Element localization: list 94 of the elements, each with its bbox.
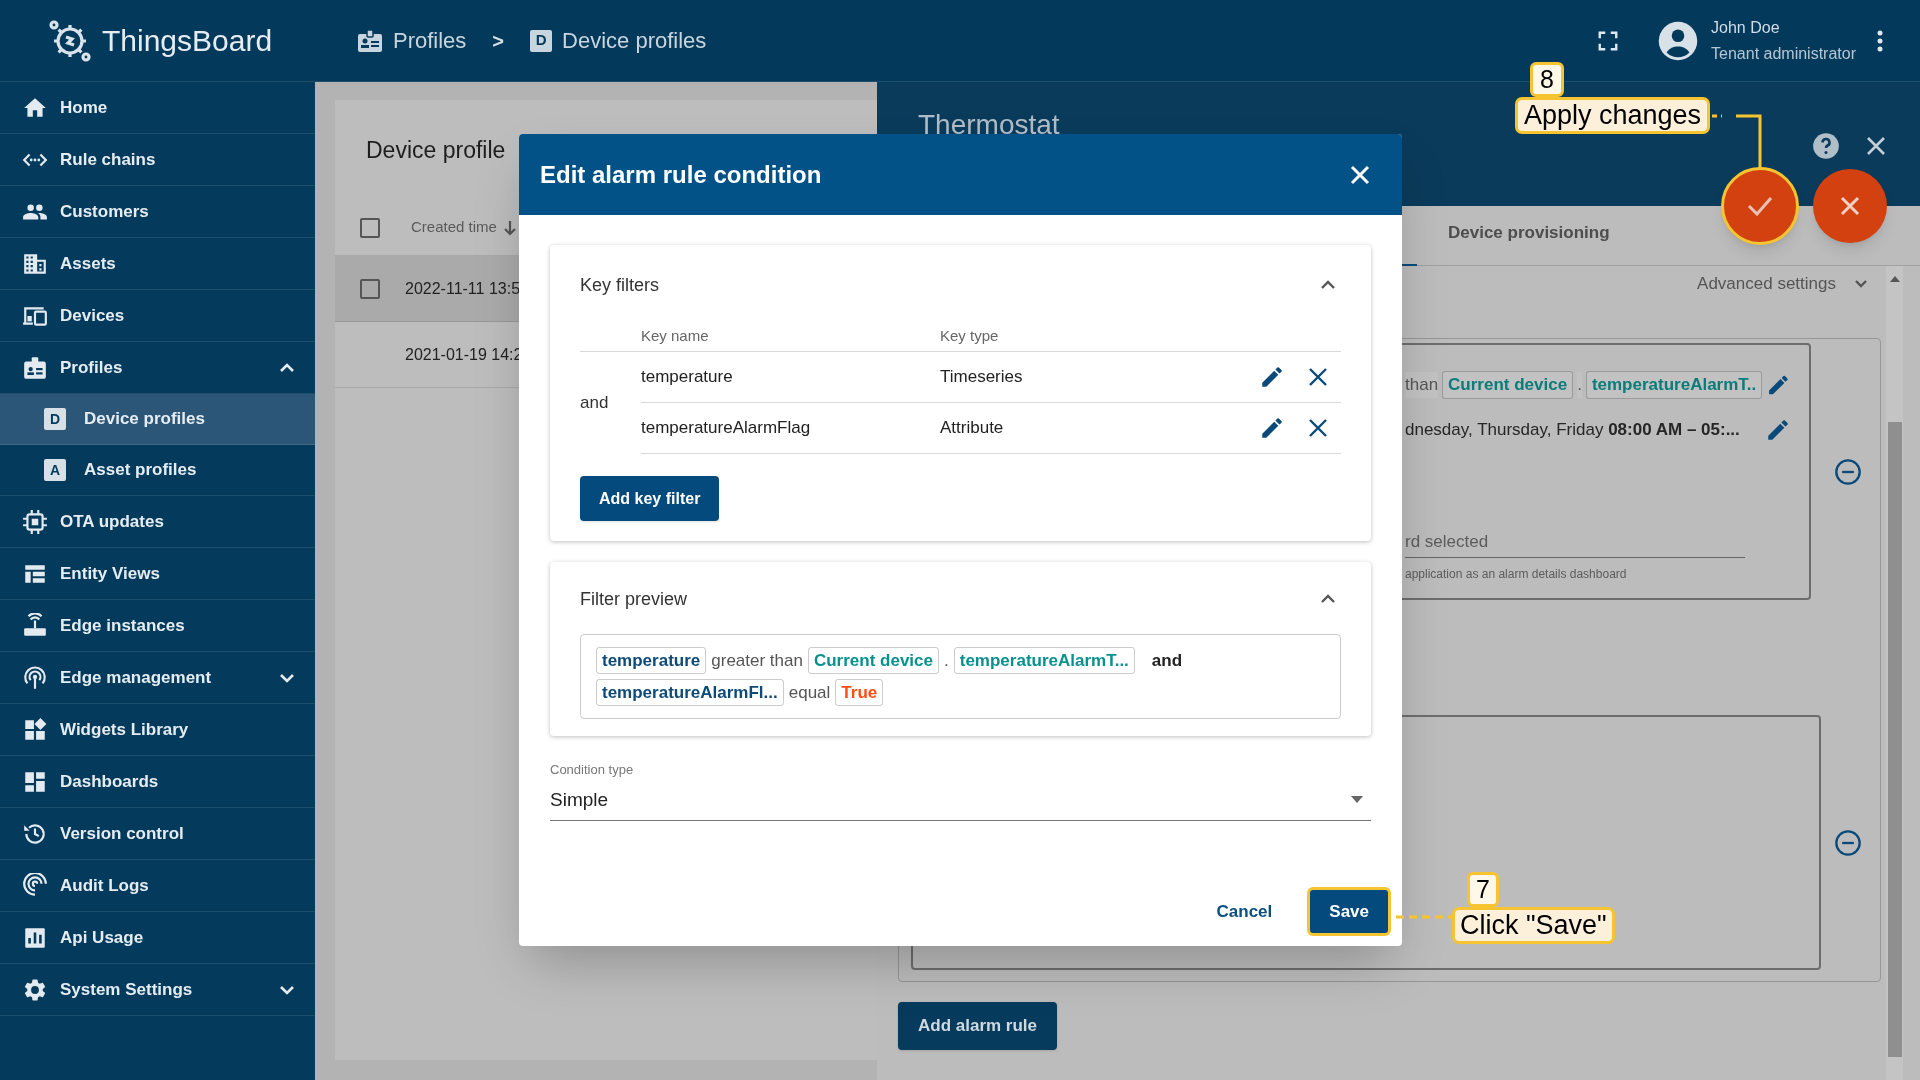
sidebar-item[interactable]: Edge management [0, 652, 315, 704]
cancel-button[interactable]: Cancel [1202, 889, 1287, 934]
sidebar-item[interactable]: Widgets Library [0, 704, 315, 756]
dashboard-field[interactable]: rd selected [1405, 528, 1745, 558]
panel-title: Device profile [366, 135, 506, 165]
check-icon [1747, 196, 1773, 216]
chevron-up-icon[interactable] [279, 362, 295, 373]
table-cell-text: temperature [641, 366, 734, 389]
step-number: 8 [1530, 62, 1564, 97]
chip: temperatureAlarmT... [953, 646, 1135, 675]
app-name: ThingsBoard [102, 23, 273, 59]
logic-operator: and [1151, 649, 1183, 672]
close-icon[interactable] [1309, 368, 1327, 386]
separator-text: . [1577, 372, 1582, 398]
section-title: Filter preview [580, 587, 688, 611]
annotation-label: Click "Save" [1452, 907, 1615, 944]
add-key-filter-button[interactable]: Add key filter [580, 476, 720, 521]
operator-text: equal [788, 681, 831, 704]
chip: temperatureAlarmFl... [596, 678, 784, 707]
condition-type-select[interactable]: Condition type Simple [550, 760, 1371, 821]
breadcrumb-separator: > [491, 28, 506, 54]
schedule-text: dnesday, Thursday, Friday 08:00 AM – 05:... [1405, 418, 1740, 441]
table-cell-text: temperatureAlarmFlag [641, 417, 812, 440]
dialog-title: Edit alarm rule condition [540, 159, 822, 190]
antenna-icon [22, 664, 48, 691]
operator-text: than [1405, 372, 1439, 398]
checkbox[interactable] [360, 217, 380, 238]
sidebar-item[interactable]: Audit Logs [0, 860, 315, 912]
user-role: Tenant administrator [1711, 43, 1856, 64]
edit-icon[interactable] [1259, 415, 1285, 441]
router-icon [22, 612, 48, 639]
sidebar-item[interactable]: Devices [0, 290, 315, 342]
sidebar-item[interactable]: D Device profiles [0, 394, 315, 445]
dropdown-caret-icon [1351, 796, 1363, 804]
help-icon[interactable] [1812, 132, 1840, 160]
breadcrumb-link[interactable]: Profiles [393, 24, 467, 57]
chevron-icon[interactable] [1320, 280, 1336, 290]
letter-icon: A [44, 459, 66, 481]
close-icon[interactable] [1309, 419, 1327, 437]
user-name: John Doe [1711, 17, 1781, 38]
chip: True [835, 678, 884, 707]
sidebar-item[interactable]: Api Usage [0, 912, 315, 964]
save-button[interactable]: Save [1307, 887, 1391, 936]
section-title: Key filters [580, 273, 660, 297]
sidebar-item[interactable]: Edge instances [0, 600, 315, 652]
leader-line [1712, 113, 1764, 168]
checkbox[interactable] [360, 278, 380, 299]
advanced-settings-toggle[interactable]: Advanced settings [1697, 271, 1836, 297]
edit-icon[interactable] [1259, 364, 1285, 390]
letter-icon: D [530, 29, 553, 52]
badge-icon [22, 354, 48, 381]
chevron-icon[interactable] [1320, 594, 1336, 604]
badge-icon [357, 28, 383, 53]
tab[interactable]: Device provisioning [1448, 219, 1610, 245]
annotation-label: Apply changes [1515, 97, 1711, 134]
column-header: Key name [641, 325, 710, 346]
separator-text: . [944, 649, 949, 672]
column-header[interactable]: Created time [411, 216, 497, 239]
spiral-icon [22, 872, 48, 899]
operator-text: greater than [711, 649, 803, 672]
table-cell-text: 2022-11-11 13:5 [405, 278, 521, 299]
table-cell-text: Attribute [940, 417, 1004, 440]
close-icon [1840, 196, 1860, 216]
chip: temperatureAlarmT.. [1585, 371, 1763, 399]
leader-line [1396, 914, 1452, 920]
add-alarm-rule-button[interactable]: Add alarm rule [898, 1002, 1058, 1050]
chip-icon [22, 508, 48, 535]
sidebar-item[interactable]: Dashboards [0, 756, 315, 808]
scrollbar[interactable] [1886, 266, 1903, 1080]
logic-operator: and [580, 392, 609, 415]
widgets-icon [22, 716, 48, 743]
letter-icon: D [44, 408, 66, 430]
details-title: Thermostat [918, 109, 1060, 140]
sidebar-item[interactable]: Entity Views [0, 548, 315, 600]
sidebar-item[interactable]: Assets [0, 238, 315, 290]
chip: Current device [807, 646, 939, 675]
avatar-icon[interactable] [1657, 19, 1700, 62]
column-header: Key type [940, 325, 999, 346]
remove-icon[interactable] [1834, 829, 1862, 857]
field-hint: application as an alarm details dashboard [1405, 566, 1628, 583]
remove-icon[interactable] [1834, 458, 1862, 486]
fullscreen-icon[interactable] [1597, 29, 1620, 52]
sort-arrow-icon[interactable] [502, 219, 517, 236]
breadcrumb-link[interactable]: Device profiles [562, 24, 707, 57]
table-cell-text: Timeseries [940, 366, 1023, 389]
sidebar-item[interactable]: Customers [0, 186, 315, 238]
more-icon[interactable] [1876, 28, 1884, 53]
chip: Current device [1442, 371, 1574, 399]
sidebar-item[interactable]: Home [0, 82, 315, 134]
chip: temperature [596, 646, 707, 675]
sidebar-item[interactable]: System Settings [0, 964, 315, 1016]
step-number: 7 [1467, 872, 1499, 907]
sidebar-item[interactable]: A Asset profiles [0, 445, 315, 496]
sidebar-item[interactable]: OTA updates [0, 496, 315, 548]
